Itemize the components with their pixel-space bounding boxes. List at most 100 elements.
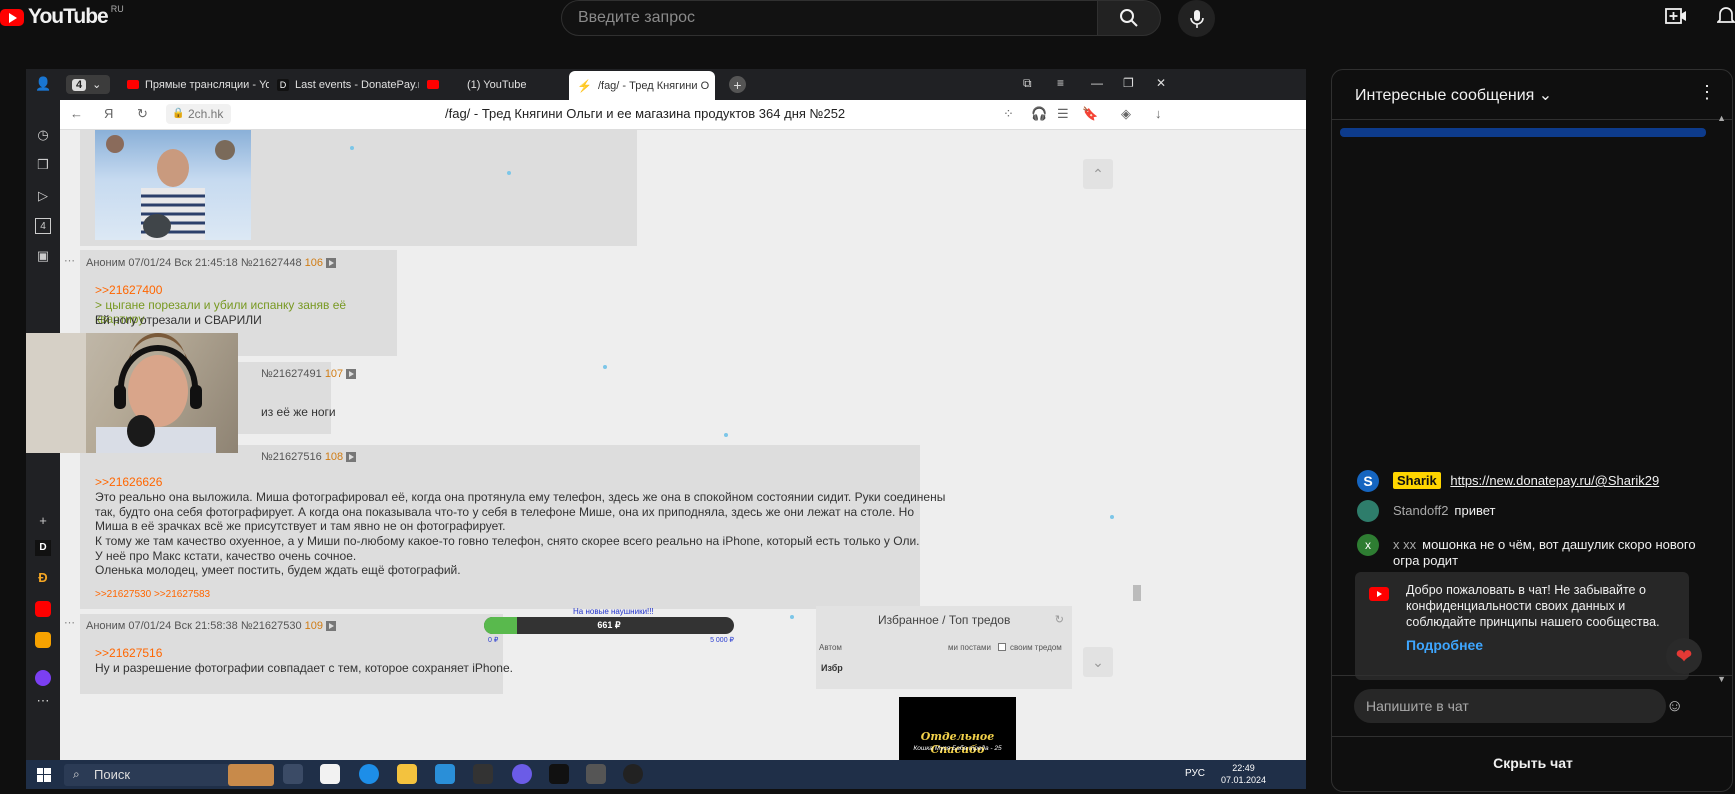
headphones-icon[interactable]: 🎧 xyxy=(1031,106,1047,122)
youtube-logo[interactable]: YouTube RU xyxy=(0,4,124,29)
chat-mode-dropdown[interactable]: Интересные сообщения ⌄ xyxy=(1355,85,1552,105)
avatar[interactable] xyxy=(1357,500,1379,522)
message-author[interactable]: Sharik xyxy=(1393,472,1441,489)
favorites-short: Избр xyxy=(821,663,843,673)
create-button[interactable] xyxy=(1665,6,1687,31)
tab-live-streams[interactable]: Прямые трансляции - You xyxy=(119,72,269,97)
chat-input[interactable]: Напишите в чат xyxy=(1354,689,1666,723)
scrollbar-thumb[interactable] xyxy=(1133,585,1141,601)
pinned-banner[interactable] xyxy=(1340,128,1706,137)
screenshot-icon[interactable]: ▣ xyxy=(35,248,51,264)
play-icon[interactable] xyxy=(346,452,357,463)
collections-icon[interactable]: ❒ xyxy=(35,157,51,173)
app-icon[interactable] xyxy=(586,764,606,784)
tab-2ch-thread[interactable]: ⚡/fag/ - Тред Княгини О✕ xyxy=(569,71,715,100)
collections-icon[interactable]: ⧉ xyxy=(1023,76,1032,91)
post-header: №21627516 108 xyxy=(261,451,357,463)
add-panel-icon[interactable]: + xyxy=(35,513,51,529)
refresh-icon[interactable]: ↻ xyxy=(1055,613,1064,626)
bookmark-icon[interactable]: 🔖 xyxy=(1082,106,1098,122)
close-window-icon[interactable]: ✕ xyxy=(1156,76,1166,90)
language-indicator[interactable]: РУС xyxy=(1185,768,1205,779)
more-options-icon[interactable]: ⋮ xyxy=(1698,82,1716,103)
extensions-icon[interactable]: ⁘ xyxy=(1003,106,1014,122)
tab-count-button[interactable]: 4 ⌄ xyxy=(66,75,110,94)
media-icon[interactable]: ▷ xyxy=(35,188,51,204)
own-thread-checkbox[interactable] xyxy=(998,643,1006,651)
donation-current: 661 ₽ xyxy=(597,620,621,630)
recorder-icon[interactable] xyxy=(623,764,643,784)
voice-search-button[interactable] xyxy=(1178,0,1215,37)
counter-icon[interactable]: 4 xyxy=(35,218,51,234)
taskbar-search[interactable]: ⌕ Поиск xyxy=(64,764,274,786)
hide-chat-button[interactable]: Скрыть чат xyxy=(1332,736,1732,791)
video-player[interactable]: 👤 4 ⌄ Прямые трансляции - You D Last event… xyxy=(26,69,1306,789)
reply-link[interactable]: >>21626626 xyxy=(95,475,162,489)
reader-icon[interactable]: ☰ xyxy=(1057,106,1069,122)
clock[interactable]: 22:49 07.01.2024 xyxy=(1221,762,1266,786)
profile-icon[interactable]: 👤 xyxy=(35,76,51,92)
play-icon[interactable] xyxy=(326,258,336,269)
search-input[interactable]: Введите запрос xyxy=(561,0,1098,36)
yandex-browser-icon[interactable] xyxy=(320,764,340,784)
obs-icon[interactable] xyxy=(473,764,493,784)
back-icon[interactable]: ← xyxy=(70,106,83,121)
snow-dot xyxy=(350,146,354,150)
live-chat-panel: Интересные сообщения ⌄ ⋮ ▲ S Sharik http… xyxy=(1331,69,1733,792)
discord-icon[interactable] xyxy=(512,764,532,784)
donatepay-app-icon[interactable] xyxy=(549,764,569,784)
reply-link[interactable]: >>21627516 xyxy=(95,646,162,660)
yandex-icon[interactable]: Я xyxy=(104,106,113,121)
donatepay-icon[interactable]: D xyxy=(35,540,51,556)
new-tab-button[interactable]: + xyxy=(729,76,746,93)
emoji-icon[interactable]: ☺ xyxy=(1666,696,1683,716)
post-text: из её же ноги xyxy=(261,405,336,419)
search-highlight-icon xyxy=(228,764,274,786)
boosty-icon[interactable]: Ð xyxy=(35,570,51,586)
store-icon[interactable] xyxy=(435,764,455,784)
heart-reaction-button[interactable]: ❤ xyxy=(1666,638,1702,674)
message-author[interactable]: x xx xyxy=(1393,537,1416,552)
learn-more-link[interactable]: Подробнее xyxy=(1406,637,1483,653)
scroll-down-button[interactable]: ⌄ xyxy=(1083,647,1113,677)
post-menu-icon[interactable]: ⋯ xyxy=(64,254,75,267)
reload-icon[interactable]: ↻ xyxy=(137,106,148,122)
restore-icon[interactable]: ❐ xyxy=(1123,76,1134,90)
alice-icon[interactable] xyxy=(35,670,51,686)
edge-icon[interactable] xyxy=(359,764,379,784)
message-link[interactable]: https://new.donatepay.ru/@Sharik29 xyxy=(1450,473,1659,488)
bell-icon xyxy=(1715,7,1735,23)
protect-icon[interactable]: ◈ xyxy=(1121,106,1131,122)
youtube-icon[interactable] xyxy=(35,601,51,617)
windows-start-icon[interactable] xyxy=(37,768,51,782)
play-icon[interactable] xyxy=(326,621,336,632)
message-author[interactable]: Standoff2 xyxy=(1393,503,1448,518)
scroll-up-icon[interactable]: ▲ xyxy=(1717,113,1726,123)
url-field[interactable]: 🔒 2ch.hk xyxy=(166,104,232,124)
play-icon[interactable] xyxy=(346,369,357,380)
minimize-icon[interactable]: — xyxy=(1091,76,1103,90)
history-icon[interactable]: ◷ xyxy=(35,127,51,143)
search-button[interactable] xyxy=(1097,0,1161,36)
youtube-icon xyxy=(1369,587,1389,601)
mail-icon[interactable] xyxy=(35,632,51,648)
avatar[interactable]: x xyxy=(1357,534,1379,556)
scroll-up-button[interactable]: ⌃ xyxy=(1083,159,1113,189)
post-menu-icon[interactable]: ⋯ xyxy=(64,616,75,629)
message-body: x xx мошонка не о чём, вот дашулик скоро … xyxy=(1393,537,1703,569)
download-icon[interactable]: ↓ xyxy=(1155,106,1162,121)
notifications-button[interactable] xyxy=(1715,6,1735,31)
explorer-icon[interactable] xyxy=(397,764,417,784)
more-icon[interactable]: ⋯ xyxy=(35,693,51,709)
tab-donatepay[interactable]: D Last events - DonatePay.ru xyxy=(269,72,419,97)
avatar[interactable]: S xyxy=(1357,470,1379,492)
task-view-icon[interactable] xyxy=(283,764,303,784)
post-image[interactable] xyxy=(95,130,251,240)
donatepay-icon: D xyxy=(277,78,289,91)
backlinks[interactable]: >>21627530 >>21627583 xyxy=(95,589,210,600)
tab-youtube[interactable]: (1) YouTube xyxy=(419,72,569,97)
favorites-title: Избранное / Топ тредов xyxy=(878,613,1011,627)
snow-dot xyxy=(603,365,607,369)
menu-icon[interactable]: ≡ xyxy=(1057,76,1064,90)
reply-link[interactable]: >>21627400 xyxy=(95,283,162,297)
